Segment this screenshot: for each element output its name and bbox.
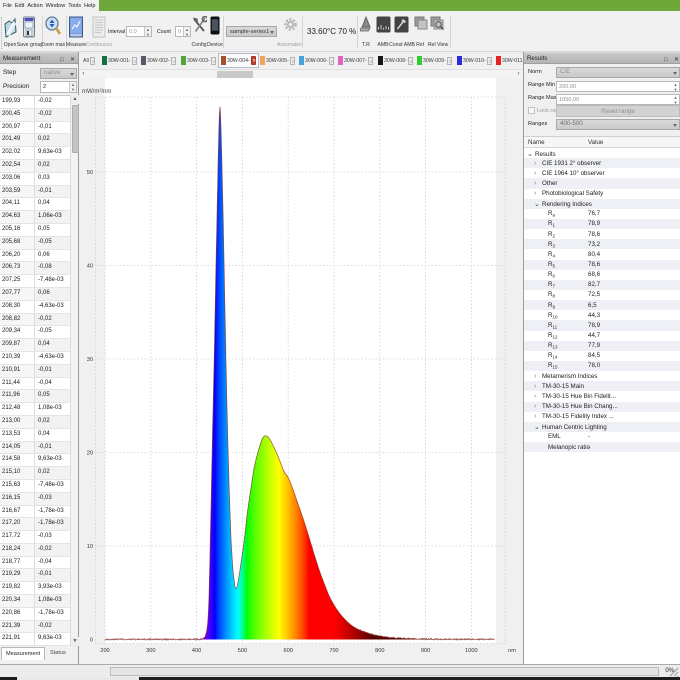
svg-text:nm: nm	[508, 648, 516, 654]
svg-text:mW/m²/nm: mW/m²/nm	[82, 89, 111, 95]
svg-text:400: 400	[192, 648, 201, 654]
svg-text:200: 200	[100, 648, 109, 654]
svg-text:800: 800	[375, 648, 384, 654]
svg-text:10: 10	[87, 544, 93, 550]
svg-text:500: 500	[238, 648, 247, 654]
svg-text:40: 40	[87, 264, 93, 270]
svg-text:600: 600	[284, 648, 293, 654]
svg-text:700: 700	[329, 648, 338, 654]
svg-text:50: 50	[87, 170, 93, 176]
svg-text:1000: 1000	[465, 648, 477, 654]
svg-text:0: 0	[90, 638, 93, 644]
svg-text:900: 900	[421, 648, 430, 654]
svg-text:20: 20	[87, 451, 93, 457]
svg-text:30: 30	[87, 357, 93, 363]
svg-text:300: 300	[146, 648, 155, 654]
